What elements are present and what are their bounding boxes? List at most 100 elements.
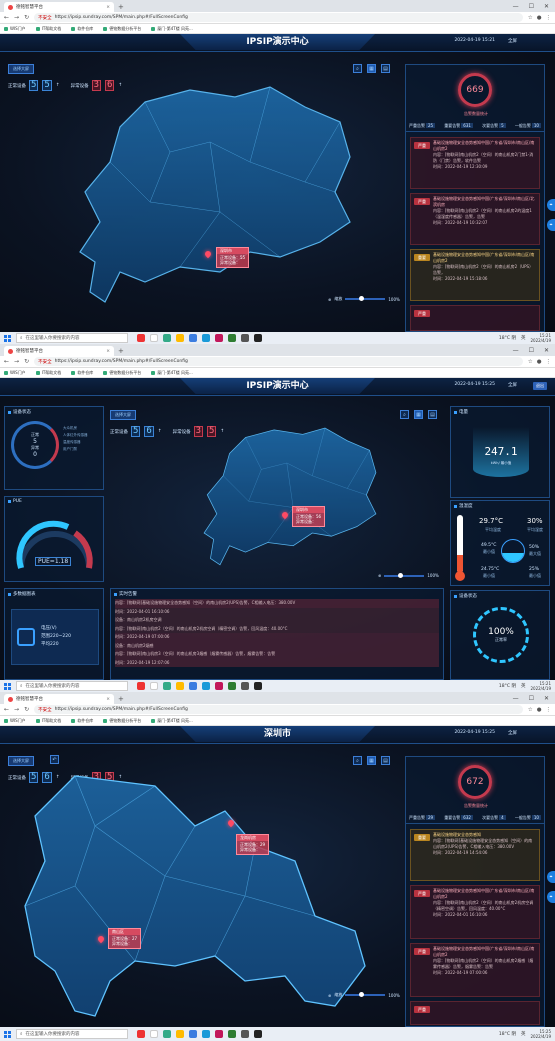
app-icon[interactable] — [202, 334, 210, 342]
side-location-icon[interactable]: ⌖ — [547, 219, 555, 231]
app-icon[interactable] — [215, 334, 223, 342]
windows-start-icon[interactable] — [4, 682, 11, 690]
maximize-button[interactable]: ☐ — [529, 3, 534, 10]
zoom-track[interactable] — [384, 572, 425, 578]
menu-icon[interactable]: ⋮ — [546, 359, 552, 365]
browser-tab[interactable]: 德铭智慧平台 × — [4, 694, 114, 704]
app-icon[interactable] — [228, 1030, 236, 1038]
app-icon[interactable] — [189, 682, 197, 690]
level-tab[interactable]: 严重告警 29 — [409, 815, 436, 821]
map-popup[interactable]: 深圳市 正常设备：55 异常设备： — [216, 247, 250, 268]
map-popup[interactable]: 深圳市 正常设备：56 异常设备： — [292, 506, 326, 527]
bookmark-item[interactable]: IT帮助文档 — [35, 718, 61, 724]
close-window-button[interactable]: ✕ — [544, 3, 549, 10]
url-field[interactable]: 不安全 https://ipsip.sundray.com/SPM/main.ph… — [34, 13, 523, 22]
back-icon[interactable]: ↶ — [50, 755, 59, 764]
app-icon[interactable] — [137, 1030, 145, 1038]
chart-view-icon[interactable]: ▤ — [381, 64, 390, 73]
folder-icon[interactable] — [176, 682, 184, 690]
app-icon[interactable] — [215, 682, 223, 690]
url-field[interactable]: 不安全 https://ipsip.sundray.com/SPM/main.ph… — [34, 705, 523, 714]
app-icon[interactable] — [137, 682, 145, 690]
new-tab-button[interactable]: + — [118, 3, 124, 11]
select-screen-button[interactable]: 选择大屏 — [8, 64, 34, 74]
app-icon[interactable] — [215, 1030, 223, 1038]
taskbar-search[interactable]: ⌕ 在这里输入你要搜索的内容 — [16, 333, 128, 343]
input-lang[interactable]: 英 — [521, 1031, 526, 1037]
reload-button[interactable]: ↻ — [24, 358, 29, 365]
bookmark-item[interactable]: 厦门-第4T楼 风苑... — [151, 370, 193, 376]
bookmark-item[interactable]: 厦门-第4T楼 风苑... — [151, 718, 193, 724]
side-location-icon[interactable]: ⌖ — [547, 199, 555, 211]
zoom-track[interactable] — [345, 992, 386, 997]
back-button[interactable]: ← — [4, 706, 9, 713]
bookmark-item[interactable]: 德铭数据分析平台 — [103, 26, 141, 32]
level-tab[interactable]: 次要告警 5 — [482, 123, 506, 129]
alert-card[interactable]: 重要 基础设施物理安全态势感知 内容：[物联网]基础设施物理安全态势感知（空间）的… — [410, 829, 540, 881]
alert-card[interactable]: 严重 基础设施物理安全态势感知中国/广东省/深圳市/南山区/南山机房2 内容：[物… — [410, 137, 540, 189]
alert-card[interactable]: 严重 基础设施物理安全态势感知中国/广东省/深圳市/南山区/北滨机房 内容：[物联… — [410, 193, 540, 245]
bookmark-item[interactable]: 德铭数据分析平台 — [103, 718, 141, 724]
bookmark-item[interactable]: IT帮助文档 — [35, 26, 61, 32]
forward-button[interactable]: → — [14, 14, 19, 21]
realtime-alarm-list[interactable]: 内容：[物联网]基础设施物理安全态势感知（空间）的南山机房2(UPS)告警，C相… — [111, 599, 443, 667]
minimize-button[interactable]: — — [513, 3, 519, 10]
forward-button[interactable]: → — [14, 706, 19, 713]
minimize-button[interactable]: — — [513, 347, 519, 354]
maximize-button[interactable]: ☐ — [529, 695, 534, 702]
reload-button[interactable]: ↻ — [24, 706, 29, 713]
app-icon[interactable] — [228, 682, 236, 690]
folder-icon[interactable] — [176, 334, 184, 342]
input-lang[interactable]: 英 — [521, 335, 526, 341]
app-icon[interactable] — [189, 1030, 197, 1038]
zoom-slider[interactable]: ⊕ 缩放 100% — [328, 992, 400, 998]
bookmark-item[interactable]: WIS门户 — [4, 26, 26, 32]
tab-close-icon[interactable]: × — [106, 5, 110, 10]
weather[interactable]: 18°C 阴 — [499, 683, 516, 689]
app-icon[interactable] — [241, 1030, 249, 1038]
menu-icon[interactable]: ⋮ — [546, 707, 552, 713]
forward-button[interactable]: → — [14, 358, 19, 365]
back-button[interactable]: ← — [4, 14, 9, 21]
taskbar-search[interactable]: ⌕ 在这里输入你要搜索的内容 — [16, 1029, 128, 1039]
alert-card[interactable]: 重要 基础设施物理安全态势感知中国/广东省/深圳市/南山区/南山机房2 内容：[物… — [410, 249, 540, 301]
map-popup[interactable]: 龙岗机房 正常设备：29 异常设备： — [236, 834, 270, 855]
map-view-icon[interactable]: ▦ — [367, 756, 376, 765]
app-icon[interactable] — [137, 334, 145, 342]
app-icon[interactable] — [202, 1030, 210, 1038]
app-icon[interactable] — [150, 682, 158, 690]
bookmark-item[interactable]: WIS门户 — [4, 718, 26, 724]
app-icon[interactable] — [150, 1030, 158, 1038]
back-button[interactable]: ← — [4, 358, 9, 365]
fullscreen-button[interactable]: 全屏 — [508, 38, 517, 44]
profile-icon[interactable]: ● — [537, 15, 542, 21]
clock[interactable]: 15:21 2022/4/19 — [530, 333, 551, 343]
app-icon[interactable] — [163, 334, 171, 342]
maximize-button[interactable]: ☐ — [529, 347, 534, 354]
tab-close-icon[interactable]: × — [106, 697, 110, 702]
profile-icon[interactable]: ● — [537, 359, 542, 365]
bookmark-item[interactable]: 德铭数据分析平台 — [103, 370, 141, 376]
zoom-slider[interactable]: ⊕ 100% — [378, 572, 439, 578]
exit-button[interactable]: 退出 — [533, 382, 547, 390]
level-tab[interactable]: 重要告警 632 — [444, 815, 473, 821]
alert-card[interactable]: 严重 — [410, 1001, 540, 1025]
bookmark-item[interactable]: 厦门-第4T楼 风苑... — [151, 26, 193, 32]
bookmark-item[interactable]: 软件仓库 — [71, 370, 93, 376]
alert-card[interactable]: 严重 — [410, 305, 540, 331]
fullscreen-button[interactable]: 全屏 — [508, 730, 517, 736]
browser-tab[interactable]: 德铭智慧平台 × — [4, 2, 114, 12]
app-icon[interactable] — [254, 1030, 262, 1038]
level-tab[interactable]: 一般告警 10 — [515, 123, 541, 129]
bookmark-item[interactable]: 软件仓库 — [71, 718, 93, 724]
weather[interactable]: 18°C 阴 — [499, 335, 516, 341]
search-icon[interactable]: ⌕ — [400, 410, 409, 419]
app-icon[interactable] — [254, 334, 262, 342]
chart-view-icon[interactable]: ▤ — [381, 756, 390, 765]
new-tab-button[interactable]: + — [118, 695, 124, 703]
map-view-icon[interactable]: ▦ — [414, 410, 423, 419]
clock[interactable]: 15:25 2022/4/19 — [530, 1029, 551, 1039]
level-tab[interactable]: 严重告警 25 — [409, 123, 436, 129]
url-field[interactable]: 不安全 https://ipsip.sundray.com/SPM/main.ph… — [34, 357, 523, 366]
bookmark-item[interactable]: IT帮助文档 — [35, 370, 61, 376]
